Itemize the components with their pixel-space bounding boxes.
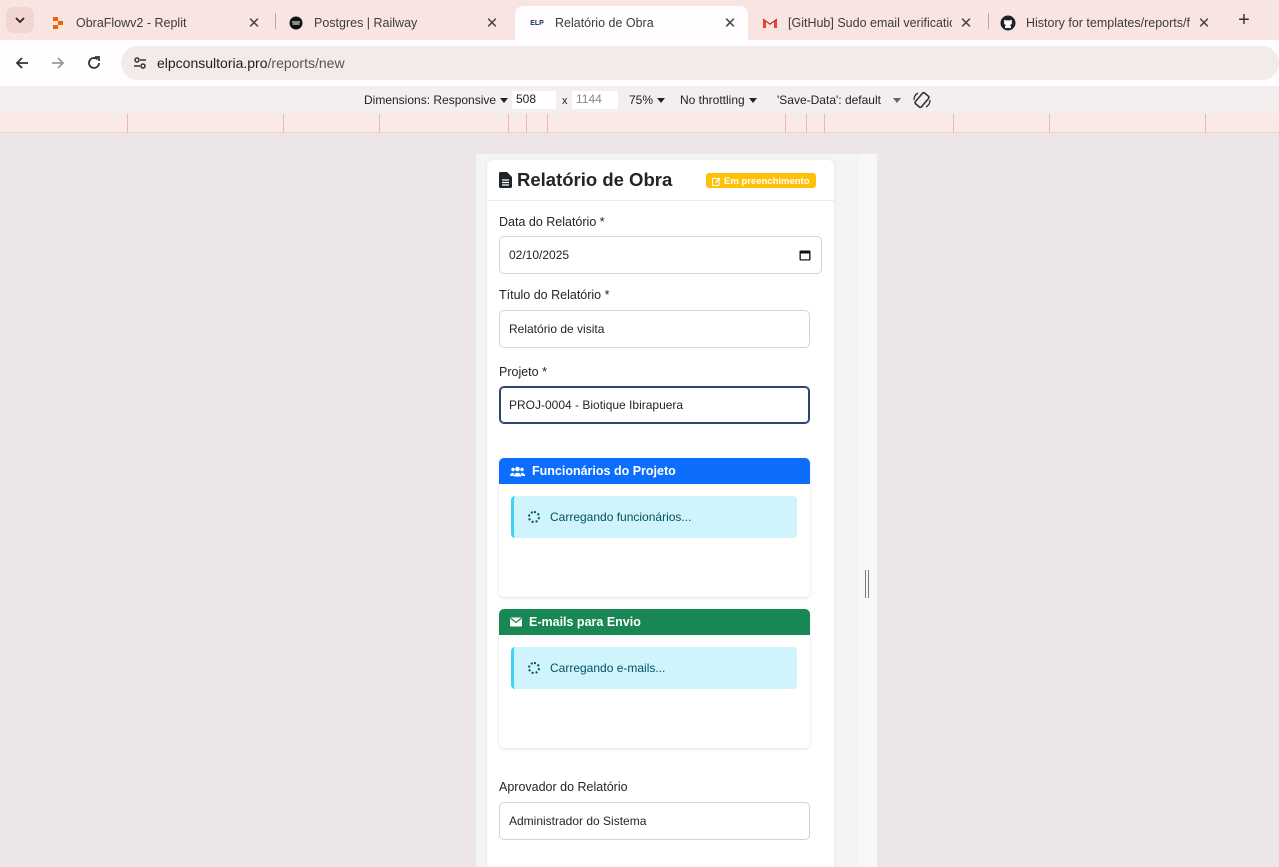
github-icon xyxy=(1000,15,1016,31)
approver-value: Administrador do Sistema xyxy=(509,814,647,828)
times-sign: x xyxy=(562,95,568,107)
new-tab-button[interactable]: + xyxy=(1232,8,1256,32)
rotate-button[interactable] xyxy=(912,90,932,113)
date-field[interactable]: 02/10/2025 xyxy=(499,236,822,274)
arrow-right-icon xyxy=(52,57,65,69)
height-input[interactable]: 1144 xyxy=(572,91,618,109)
chevron-down-icon xyxy=(15,17,25,24)
employees-panel-title: Funcionários do Projeto xyxy=(532,464,676,478)
url-host: elpconsultoria.pro xyxy=(157,55,268,71)
approver-label: Aprovador do Relatório xyxy=(499,780,628,794)
device-toolbar: Dimensions: Responsive 508 x 1144 75% No… xyxy=(0,86,1279,114)
tab-railway[interactable]: Postgres | Railway ✕ xyxy=(274,6,510,40)
throttling-dropdown[interactable]: No throttling xyxy=(680,93,757,107)
project-select[interactable]: PROJ-0004 - Biotique Ibirapuera xyxy=(499,386,810,424)
emails-panel-header: E-mails para Envio xyxy=(499,609,810,635)
employees-panel-header: Funcionários do Projeto xyxy=(499,458,810,484)
close-icon[interactable]: ✕ xyxy=(1196,15,1212,32)
emails-loading-alert: Carregando e-mails... xyxy=(511,647,797,689)
arrow-left-icon xyxy=(15,57,28,69)
close-icon[interactable]: ✕ xyxy=(484,15,500,32)
title-field[interactable]: Relatório de visita xyxy=(499,310,810,348)
envelope-icon xyxy=(510,617,522,627)
file-icon xyxy=(499,172,512,188)
zoom-label: 75% xyxy=(629,93,654,107)
project-label: Projeto * xyxy=(499,365,547,379)
date-value: 02/10/2025 xyxy=(509,248,570,262)
close-icon[interactable]: ✕ xyxy=(246,15,262,32)
save-data-label: 'Save-Data': default xyxy=(777,93,881,107)
browser-toolbar: elpconsultoria.pro/reports/new xyxy=(0,40,1279,86)
caret-down-icon xyxy=(500,98,509,104)
employees-loading-text: Carregando funcionários... xyxy=(550,510,692,524)
reload-icon xyxy=(88,56,100,69)
dimensions-dropdown[interactable]: Dimensions: Responsive xyxy=(364,93,509,107)
employees-loading-alert: Carregando funcionários... xyxy=(511,496,797,538)
tab-gmail[interactable]: [GitHub] Sudo email verification ✕ xyxy=(748,6,984,40)
reload-button[interactable] xyxy=(82,51,106,75)
tab-title: Postgres | Railway xyxy=(314,16,418,30)
tab-replit[interactable]: ObraFlowv2 - Replit ✕ xyxy=(36,6,272,40)
spinner-icon xyxy=(528,662,540,674)
tab-title: History for templates/reports/fo xyxy=(1026,16,1190,30)
page-title-text: Relatório de Obra xyxy=(517,169,673,190)
emails-loading-text: Carregando e-mails... xyxy=(550,661,666,675)
report-card: Relatório de Obra Em preenchimento Data … xyxy=(487,160,834,867)
tab-title: ObraFlowv2 - Replit xyxy=(76,16,187,30)
throttling-label: No throttling xyxy=(680,93,745,107)
dimensions-label: Dimensions: Responsive xyxy=(364,93,497,107)
elp-icon: ELP xyxy=(530,19,544,27)
caret-down-icon xyxy=(748,98,757,104)
employees-panel: Funcionários do Projeto Carregando funci… xyxy=(499,458,810,597)
device-viewport-area: Relatório de Obra Em preenchimento Data … xyxy=(0,133,1279,867)
status-badge-text: Em preenchimento xyxy=(724,176,810,187)
device-resize-handle[interactable] xyxy=(865,570,869,598)
close-icon[interactable]: ✕ xyxy=(722,15,738,32)
replit-icon xyxy=(50,15,66,31)
address-bar[interactable]: elpconsultoria.pro/reports/new xyxy=(121,46,1279,80)
url-path: /reports/new xyxy=(267,55,345,71)
caret-down-icon xyxy=(657,98,666,104)
tab-search-button[interactable] xyxy=(6,7,34,33)
date-label: Data do Relatório * xyxy=(499,215,605,229)
project-value: PROJ-0004 - Biotique Ibirapuera xyxy=(509,398,684,412)
spinner-icon xyxy=(528,511,540,523)
tab-strip: ObraFlowv2 - Replit ✕ Postgres | Railway… xyxy=(0,0,1279,40)
title-value: Relatório de visita xyxy=(509,322,605,336)
forward-button[interactable] xyxy=(46,51,70,75)
title-label: Título do Relatório * xyxy=(499,288,610,302)
tab-title: [GitHub] Sudo email verification xyxy=(788,16,952,30)
tab-github[interactable]: History for templates/reports/fo ✕ xyxy=(986,6,1222,40)
close-icon[interactable]: ✕ xyxy=(958,15,974,32)
tab-title: Relatório de Obra xyxy=(555,16,654,30)
caret-down-icon xyxy=(892,98,901,104)
gmail-icon xyxy=(762,15,778,31)
emails-panel: E-mails para Envio Carregando e-mails... xyxy=(499,609,810,748)
zoom-dropdown[interactable]: 75% xyxy=(629,93,666,107)
status-badge: Em preenchimento xyxy=(706,173,816,188)
device-right-gutter xyxy=(858,154,877,867)
back-button[interactable] xyxy=(10,51,34,75)
save-data-dropdown[interactable]: 'Save-Data': default xyxy=(777,93,901,107)
emulated-device: Relatório de Obra Em preenchimento Data … xyxy=(476,154,858,867)
page-title: Relatório de Obra xyxy=(499,169,672,191)
url-text: elpconsultoria.pro/reports/new xyxy=(157,55,345,71)
rotate-icon xyxy=(913,91,931,109)
media-query-ruler[interactable] xyxy=(0,114,1279,133)
site-settings-icon[interactable] xyxy=(129,52,151,74)
emails-panel-title: E-mails para Envio xyxy=(529,615,641,629)
railway-icon xyxy=(288,15,304,31)
card-header: Relatório de Obra Em preenchimento xyxy=(487,160,834,201)
calendar-icon[interactable] xyxy=(799,249,811,261)
width-input[interactable]: 508 xyxy=(512,91,556,109)
tab-relatorio-active[interactable]: ELP Relatório de Obra ✕ xyxy=(515,6,748,40)
approver-select[interactable]: Administrador do Sistema xyxy=(499,802,810,840)
users-icon xyxy=(510,466,525,477)
edit-icon xyxy=(712,177,721,186)
